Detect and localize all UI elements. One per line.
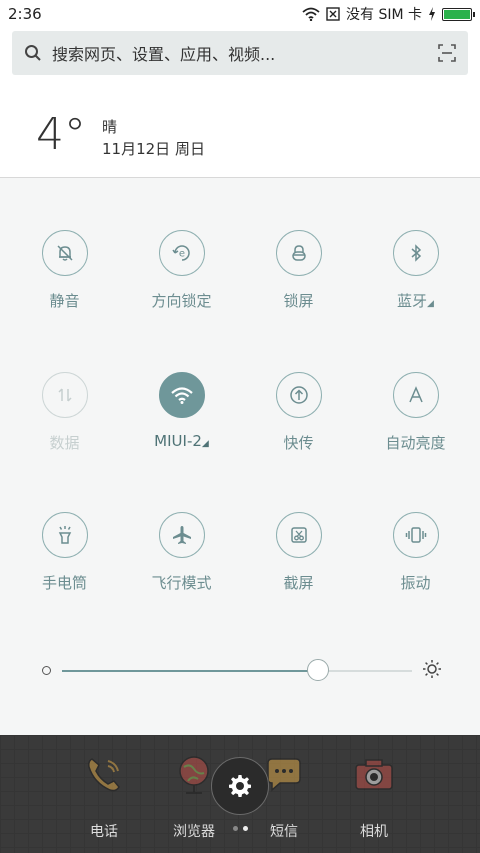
toggle-mobile-data[interactable]: 数据 xyxy=(6,372,123,453)
search-bar[interactable]: 搜索网页、设置、应用、视频... xyxy=(12,31,468,75)
toggle-label: 振动 xyxy=(400,574,431,592)
data-icon xyxy=(41,372,88,418)
toggle-airplane[interactable]: 飞行模式 xyxy=(123,512,240,593)
toggle-label: 自动亮度 xyxy=(385,434,446,452)
toggle-label: 方向锁定 xyxy=(151,292,212,310)
battery-icon xyxy=(442,7,475,21)
expand-indicator-icon: ◢ xyxy=(427,299,434,309)
wifi-status-icon xyxy=(302,7,320,21)
weather-condition: 晴 xyxy=(102,118,118,136)
app-camera[interactable]: 相机 xyxy=(334,753,414,841)
app-phone[interactable]: 电话 xyxy=(64,753,144,841)
carrier-text: 没有 SIM 卡 xyxy=(346,7,422,23)
toggle-silent[interactable]: 静音 xyxy=(6,230,123,311)
toggle-label-wrap: 蓝牙◢ xyxy=(357,290,474,311)
svg-text:e: e xyxy=(178,249,184,260)
weather-widget[interactable]: 4° 晴 11月12日 周日 xyxy=(36,112,205,160)
scan-icon[interactable] xyxy=(438,44,456,62)
toggle-label-wrap: MIUI-2◢ xyxy=(123,432,240,450)
lock-icon xyxy=(275,230,322,276)
app-label: 电话 xyxy=(90,824,118,840)
status-time: 2:36 xyxy=(8,5,42,23)
share-icon xyxy=(275,372,322,418)
toggle-label: 蓝牙 xyxy=(397,292,428,310)
app-label: 相机 xyxy=(360,824,388,840)
screenshot-icon xyxy=(275,512,322,558)
toggle-vibrate[interactable]: 振动 xyxy=(357,512,474,593)
flashlight-icon xyxy=(41,512,88,558)
expand-indicator-icon: ◢ xyxy=(201,439,209,449)
search-input[interactable]: 搜索网页、设置、应用、视频... xyxy=(52,41,438,65)
toggle-auto-brightness[interactable]: 自动亮度 xyxy=(357,372,474,453)
bluetooth-icon xyxy=(392,230,439,276)
toggle-label: 静音 xyxy=(49,292,80,310)
toggle-label: 锁屏 xyxy=(283,292,314,310)
app-label: 浏览器 xyxy=(173,824,215,840)
wifi-icon xyxy=(158,372,205,418)
auto-brightness-icon xyxy=(392,372,439,418)
page-dot xyxy=(243,826,248,831)
brightness-track[interactable] xyxy=(62,670,412,672)
no-sim-icon xyxy=(326,7,340,21)
toggle-label: 数据 xyxy=(49,434,80,452)
brightness-thumb[interactable] xyxy=(306,659,329,681)
camera-icon xyxy=(355,759,393,790)
toggle-label: 飞行模式 xyxy=(151,574,212,592)
status-bar: 2:36 没有 SIM 卡 xyxy=(0,0,480,28)
page-dot xyxy=(233,826,238,831)
toggle-flashlight[interactable]: 手电筒 xyxy=(6,512,123,593)
toggle-rotation-lock[interactable]: e 方向锁定 xyxy=(123,230,240,311)
page-indicator xyxy=(233,826,248,831)
toggle-bluetooth[interactable]: 蓝牙◢ xyxy=(357,230,474,311)
gear-icon xyxy=(229,775,251,797)
toggle-label: 快传 xyxy=(283,434,314,452)
phone-icon xyxy=(88,758,120,792)
toggle-screenshot[interactable]: 截屏 xyxy=(240,512,357,593)
weather-date: 11月12日 周日 xyxy=(102,140,205,158)
brightness-low-icon xyxy=(42,666,51,675)
rotation-lock-icon: e xyxy=(158,230,205,276)
settings-button[interactable] xyxy=(211,757,269,815)
top-panel: 搜索网页、设置、应用、视频... 4° 晴 11月12日 周日 xyxy=(0,28,480,178)
brightness-slider[interactable] xyxy=(42,657,442,685)
charging-icon xyxy=(429,7,435,21)
search-icon xyxy=(25,45,41,61)
toggle-wifi[interactable]: MIUI-2◢ xyxy=(123,372,240,450)
airplane-icon xyxy=(158,512,205,558)
toggle-label: 手电筒 xyxy=(41,574,87,592)
brightness-high-icon xyxy=(423,660,441,678)
toggle-label: MIUI-2 xyxy=(154,432,202,450)
vibrate-icon xyxy=(392,512,439,558)
toggle-quick-share[interactable]: 快传 xyxy=(240,372,357,453)
browser-icon xyxy=(179,756,209,794)
bell-off-icon xyxy=(41,230,88,276)
weather-temp: 4° xyxy=(36,109,86,160)
home-dock: 电话 浏览器 短信 相机 xyxy=(0,735,480,853)
toggle-label: 截屏 xyxy=(283,574,314,592)
toggle-lock-screen[interactable]: 锁屏 xyxy=(240,230,357,311)
app-label: 短信 xyxy=(270,824,298,840)
